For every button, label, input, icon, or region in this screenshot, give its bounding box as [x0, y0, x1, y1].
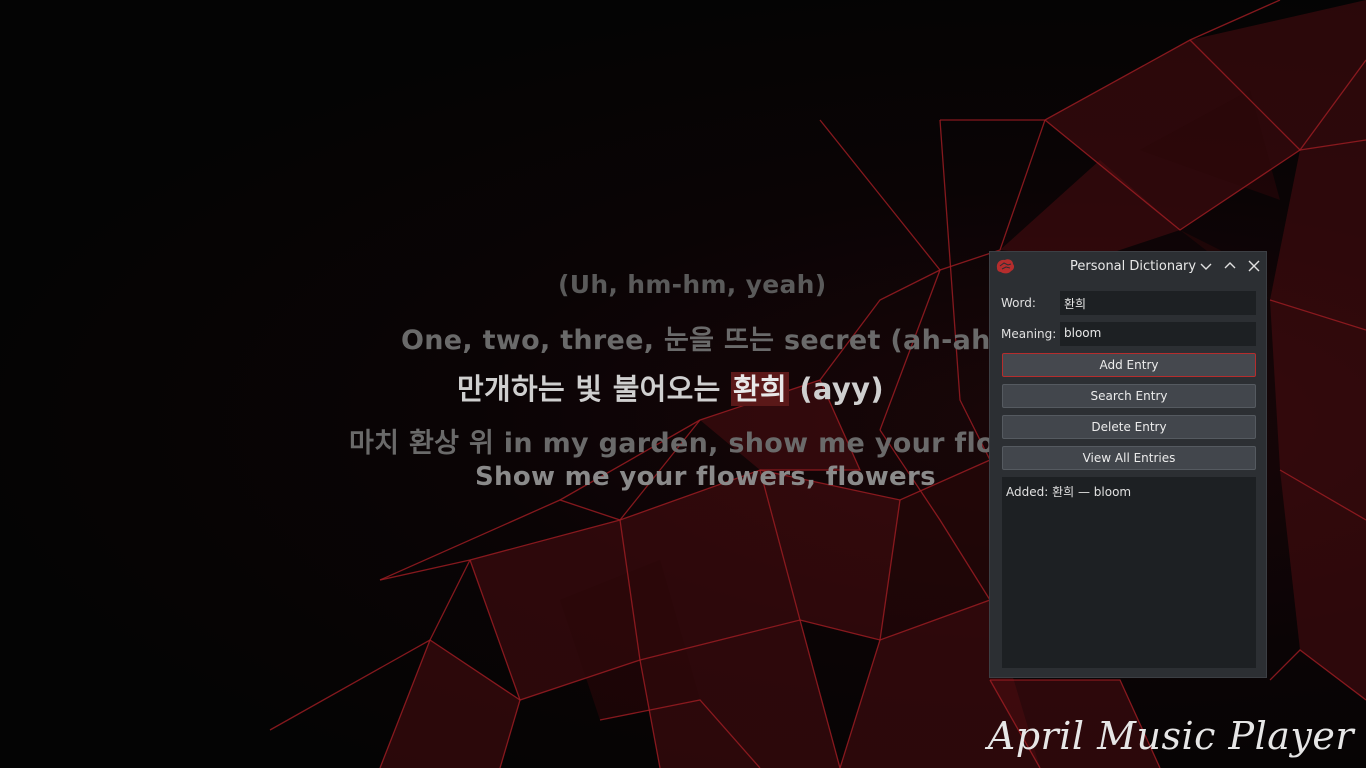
log-message: Added: 환희 — bloom: [1006, 485, 1132, 499]
meaning-label: Meaning:: [1001, 327, 1057, 341]
meaning-input[interactable]: bloom: [1060, 322, 1256, 346]
lyric-highlighted-word[interactable]: 환희: [731, 372, 789, 406]
lyric-current-after: (ayy): [788, 372, 884, 406]
app-logo-icon: [996, 259, 1015, 274]
lyric-line-next-1: 마치 환상 위 in my garden, show me your flowe: [349, 428, 990, 459]
personal-dictionary-dialog: Personal Dictionary Word: 환희 Meaning: bl…: [989, 251, 1267, 678]
lyric-line-previous-2: (Uh, hm-hm, yeah): [558, 270, 827, 299]
minimize-chevron-down-icon[interactable]: [1198, 258, 1214, 274]
view-all-entries-button[interactable]: View All Entries: [1002, 446, 1256, 470]
lyric-line-current: 만개하는 빛 불어오는 환희 (ayy): [457, 366, 884, 408]
dialog-titlebar[interactable]: Personal Dictionary: [990, 252, 1266, 280]
music-player-window: (Uh, hm-hm, yeah) One, two, three, 눈을 뜨는…: [0, 0, 1366, 768]
lyric-current-before: 만개하는 빛 불어오는: [457, 372, 732, 406]
delete-entry-button[interactable]: Delete Entry: [1002, 415, 1256, 439]
add-entry-button[interactable]: Add Entry: [1002, 353, 1256, 377]
app-brand-watermark: April Music Player: [987, 714, 1354, 758]
dialog-title: Personal Dictionary: [1070, 259, 1197, 274]
close-icon[interactable]: [1246, 258, 1262, 274]
maximize-chevron-up-icon[interactable]: [1222, 258, 1238, 274]
word-input[interactable]: 환희: [1060, 291, 1256, 315]
lyric-line-previous-1: One, two, three, 눈을 뜨는 secret (ah-ah): [401, 325, 1004, 356]
search-entry-button[interactable]: Search Entry: [1002, 384, 1256, 408]
lyric-line-next-2: Show me your flowers, flowers: [475, 462, 936, 492]
output-log[interactable]: Added: 환희 — bloom: [1002, 477, 1256, 668]
word-label: Word:: [1001, 296, 1036, 310]
